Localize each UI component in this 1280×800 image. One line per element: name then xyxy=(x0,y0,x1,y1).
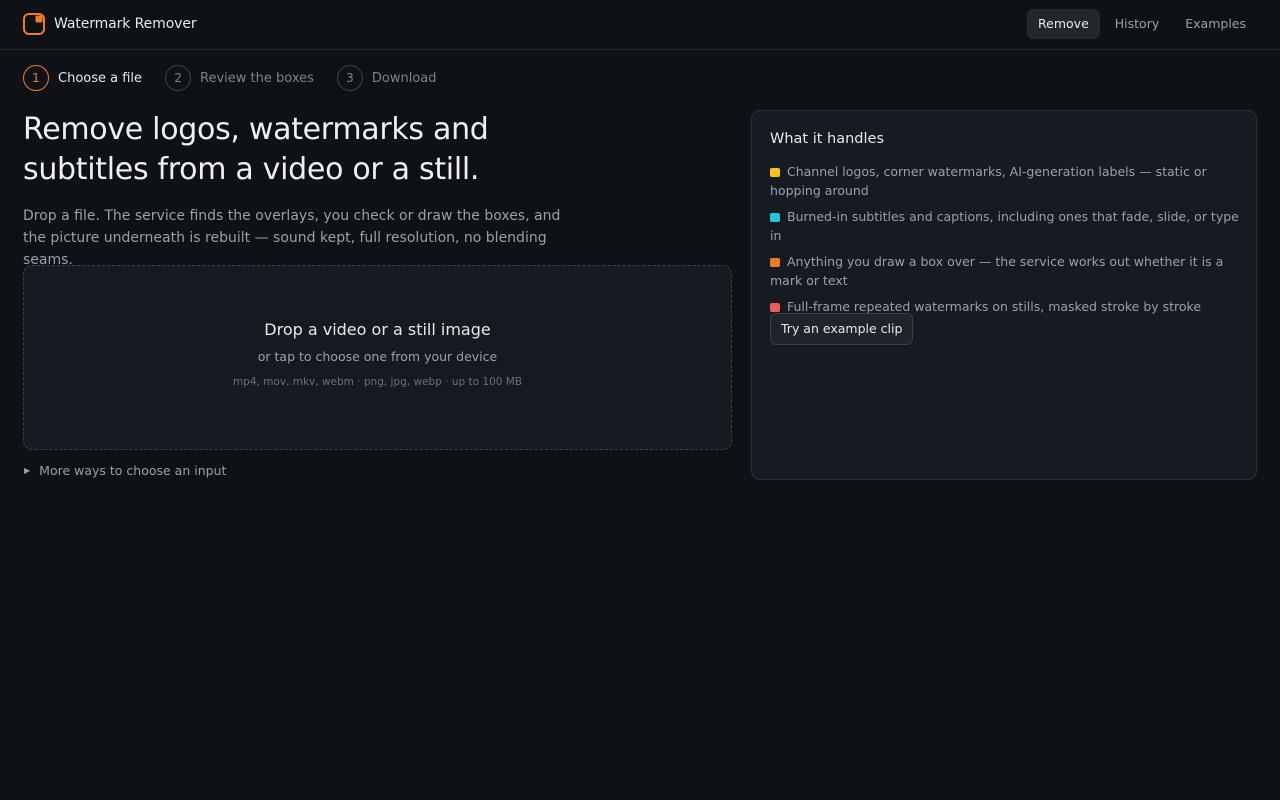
color-dot-icon xyxy=(770,302,780,312)
capability-list: Channel logos, corner watermarks, AI-gen… xyxy=(770,162,1240,323)
page-description: Drop a file. The service finds the overl… xyxy=(23,208,561,268)
try-example-button[interactable]: Try an example clip xyxy=(770,313,914,345)
more-ways-label: More ways to choose an input xyxy=(39,462,227,478)
nav-examples[interactable]: Examples xyxy=(1174,9,1257,39)
dropzone-title: Drop a video or a still image xyxy=(264,320,491,339)
list-item: Burned-in subtitles and captions, includ… xyxy=(770,207,1240,245)
step-label: Download xyxy=(371,70,437,86)
step-number: 2 xyxy=(165,65,192,91)
step-review-boxes: 2 Review the boxes xyxy=(165,65,314,91)
more-input-options-toggle[interactable]: ▶ More ways to choose an input xyxy=(23,461,226,479)
top-bar: Watermark Remover Remove History Example… xyxy=(0,0,1280,50)
dropzone-formats: mp4, mov, mkv, webm · png, jpg, webp · u… xyxy=(232,376,523,388)
disclosure-triangle-icon: ▶ xyxy=(24,465,31,475)
card-title: What it handles xyxy=(770,131,885,147)
step-number: 3 xyxy=(336,65,363,91)
capability-text: Anything you draw a box over — the servi… xyxy=(770,254,1224,288)
file-dropzone[interactable]: Drop a video or a still image or tap to … xyxy=(23,265,732,450)
stepper: 1 Choose a file 2 Review the boxes 3 Dow… xyxy=(23,65,460,91)
nav-remove[interactable]: Remove xyxy=(1027,9,1100,39)
list-item: Channel logos, corner watermarks, AI-gen… xyxy=(770,162,1240,200)
color-dot-icon xyxy=(770,167,780,177)
capability-text: Full-frame repeated watermarks on stills… xyxy=(787,299,1202,314)
color-dot-icon xyxy=(770,212,780,222)
capabilities-card: What it handles Channel logos, corner wa… xyxy=(751,110,1257,480)
list-item: Anything you draw a box over — the servi… xyxy=(770,252,1240,290)
step-number: 1 xyxy=(23,65,49,91)
nav-history[interactable]: History xyxy=(1104,9,1170,39)
dropzone-subtitle: or tap to choose one from your device xyxy=(257,349,498,364)
app-logo-icon xyxy=(23,13,45,35)
step-choose-file: 1 Choose a file xyxy=(23,65,142,91)
app-title: Watermark Remover xyxy=(54,16,197,32)
step-label: Review the boxes xyxy=(200,70,314,86)
page-title: Remove logos, watermarks and subtitles f… xyxy=(23,112,489,187)
step-label: Choose a file xyxy=(58,70,143,86)
capability-text: Burned-in subtitles and captions, includ… xyxy=(770,209,1239,243)
capability-text: Channel logos, corner watermarks, AI-gen… xyxy=(770,164,1207,198)
color-dot-icon xyxy=(770,257,780,267)
brand[interactable]: Watermark Remover xyxy=(23,12,197,36)
step-download: 3 Download xyxy=(336,65,437,91)
main-nav: Remove History Examples xyxy=(1027,9,1257,39)
